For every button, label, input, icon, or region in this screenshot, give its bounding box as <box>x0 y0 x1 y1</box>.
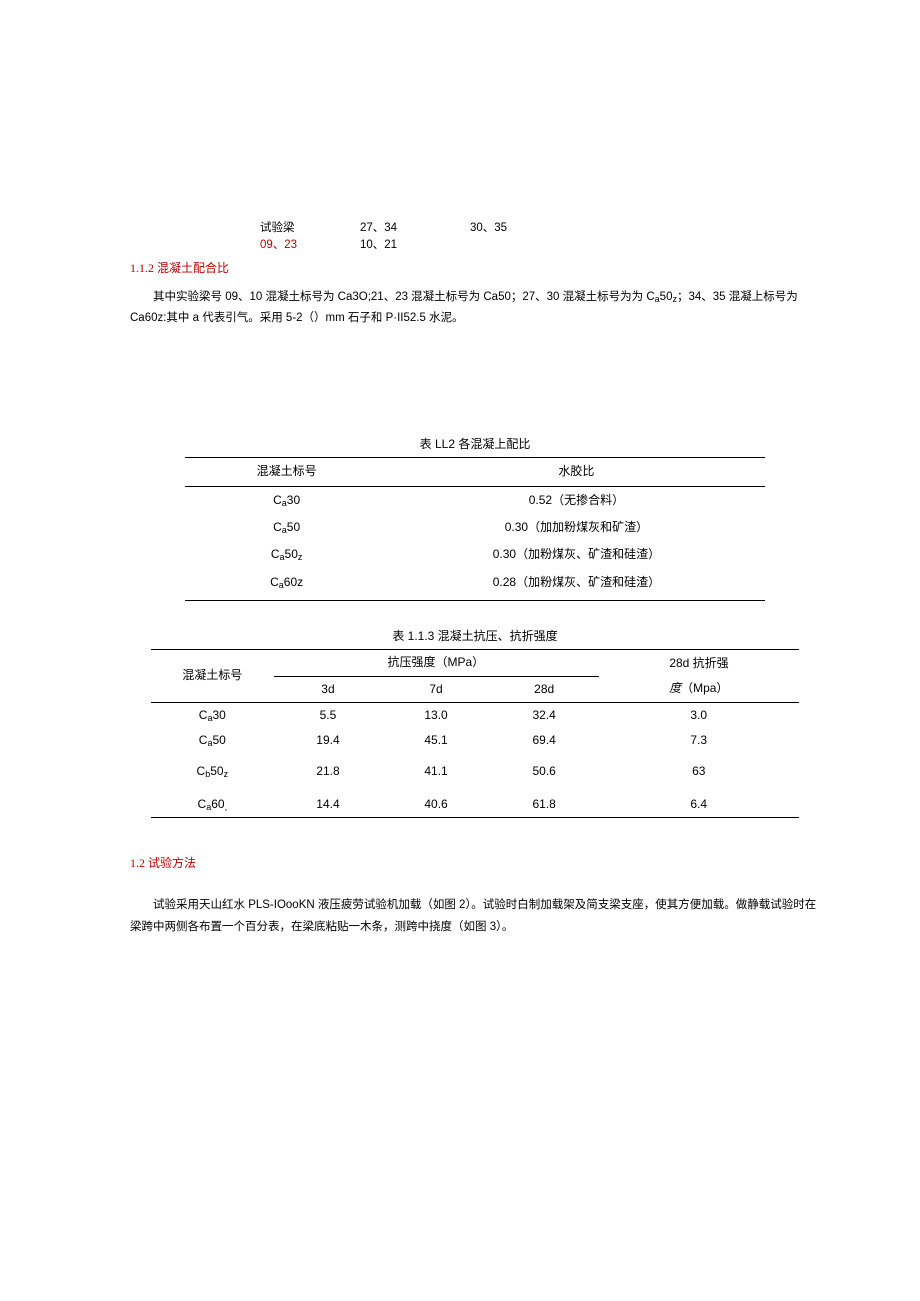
table2-value-cell: 41.1 <box>382 754 490 789</box>
heading-1-2: 1.2 试验方法 <box>130 854 820 873</box>
table1-label-cell: Ca60z <box>185 569 388 601</box>
table-strength: 混凝土标号 抗压强度（MPa） 28d 抗折强 3d 7d 28d 度（Mpa）… <box>151 649 800 818</box>
table2-value-cell: 32.4 <box>490 702 598 728</box>
table1-value-cell: 0.30（加粉煤灰、矿渣和硅渣） <box>388 541 765 568</box>
table2-header-7d: 7d <box>382 676 490 702</box>
table2-label-cell: Cb50z <box>151 754 274 789</box>
table2-header-label: 混凝土标号 <box>151 650 274 702</box>
table-row: Ca5019.445.169.47.3 <box>151 728 800 753</box>
table2-value-cell: 19.4 <box>274 728 382 753</box>
table1-label-cell: Ca50z <box>185 541 388 568</box>
top-r2c2: 10、21 <box>360 237 470 254</box>
top-r2c3 <box>470 237 550 254</box>
table-row: Ca300.52（无掺合料） <box>185 486 765 514</box>
table2-header-flex-1: 28d 抗折强 <box>598 650 799 676</box>
table2-value-cell: 40.6 <box>382 789 490 818</box>
para-text-3: ；34、35 混凝上标号为 <box>677 291 798 303</box>
top-r1c3: 30、35 <box>470 220 550 237</box>
table2-value-cell: 14.4 <box>274 789 382 818</box>
table1-header-ratio: 水胶比 <box>388 458 765 486</box>
table2-value-cell: 50.6 <box>490 754 598 789</box>
para-text-1: 其中实验梁号 09、10 混凝土标号为 Ca3O;21、23 混凝土标号为 Ca… <box>153 291 655 303</box>
table-row: Ca500.30（加加粉煤灰和矿渣） <box>185 514 765 541</box>
paragraph-1-2: 试验采用天山红水 PLS-IOooKN 液压疲劳试验机加载（如图 2）。试验时白… <box>130 895 820 939</box>
table2-value-cell: 63 <box>598 754 799 789</box>
table2-value-cell: 61.8 <box>490 789 598 818</box>
paragraph-1-1-2-cont: Ca60z:其中 a 代表引气。采用 5-2（）mm 石子和 P·II52.5 … <box>130 308 820 330</box>
document-page: 试验梁 27、34 30、35 09、23 10、21 1.1.2 混凝土配合比… <box>0 0 920 989</box>
table-1-1-3-caption: 表 1.1.3 混凝土抗压、抗折强度 <box>130 627 820 646</box>
table2-label-cell: Ca60, <box>151 789 274 818</box>
table2-header-flex-2b: （Mpa） <box>681 681 728 695</box>
table2-value-cell: 21.8 <box>274 754 382 789</box>
table1-value-cell: 0.52（无掺合料） <box>388 486 765 514</box>
table1-label-cell: Ca50 <box>185 514 388 541</box>
table2-value-cell: 7.3 <box>598 728 799 753</box>
table-row: Ca305.513.032.43.0 <box>151 702 800 728</box>
table2-value-cell: 3.0 <box>598 702 799 728</box>
top-r2c1: 09、23 <box>260 237 360 254</box>
table-ll2-caption: 表 LL2 各混凝上配比 <box>130 435 820 454</box>
table2-header-flex-2: 度（Mpa） <box>598 676 799 702</box>
table2-value-cell: 6.4 <box>598 789 799 818</box>
table2-header-3d: 3d <box>274 676 382 702</box>
table1-header-label: 混凝土标号 <box>185 458 388 486</box>
table1-value-cell: 0.28（加粉煤灰、矿渣和硅渣） <box>388 569 765 601</box>
top-data-block: 试验梁 27、34 30、35 09、23 10、21 <box>260 220 820 253</box>
table2-value-cell: 5.5 <box>274 702 382 728</box>
table2-header-28d: 28d <box>490 676 598 702</box>
table2-value-cell: 45.1 <box>382 728 490 753</box>
table-mix-ratio: 混凝土标号 水胶比 Ca300.52（无掺合料）Ca500.30（加加粉煤灰和矿… <box>185 457 765 601</box>
table1-label-cell: Ca30 <box>185 486 388 514</box>
table2-header-flex-2a: 度 <box>669 681 681 695</box>
table-row: Ca60,14.440.661.86.4 <box>151 789 800 818</box>
table-row: Ca50z0.30（加粉煤灰、矿渣和硅渣） <box>185 541 765 568</box>
top-r1c1: 试验梁 <box>260 220 360 237</box>
table-row: Cb50z21.841.150.663 <box>151 754 800 789</box>
top-r1c2: 27、34 <box>360 220 470 237</box>
table2-label-cell: Ca50 <box>151 728 274 753</box>
table2-value-cell: 13.0 <box>382 702 490 728</box>
table-row: Ca60z0.28（加粉煤灰、矿渣和硅渣） <box>185 569 765 601</box>
paragraph-1-1-2: 其中实验梁号 09、10 混凝土标号为 Ca3O;21、23 混凝土标号为 Ca… <box>130 287 820 309</box>
table2-value-cell: 69.4 <box>490 728 598 753</box>
table2-header-compress: 抗压强度（MPa） <box>274 650 598 676</box>
table2-label-cell: Ca30 <box>151 702 274 728</box>
table1-value-cell: 0.30（加加粉煤灰和矿渣） <box>388 514 765 541</box>
para-text-2: 50 <box>660 291 673 303</box>
heading-1-1-2: 1.1.2 混凝土配合比 <box>130 259 820 278</box>
